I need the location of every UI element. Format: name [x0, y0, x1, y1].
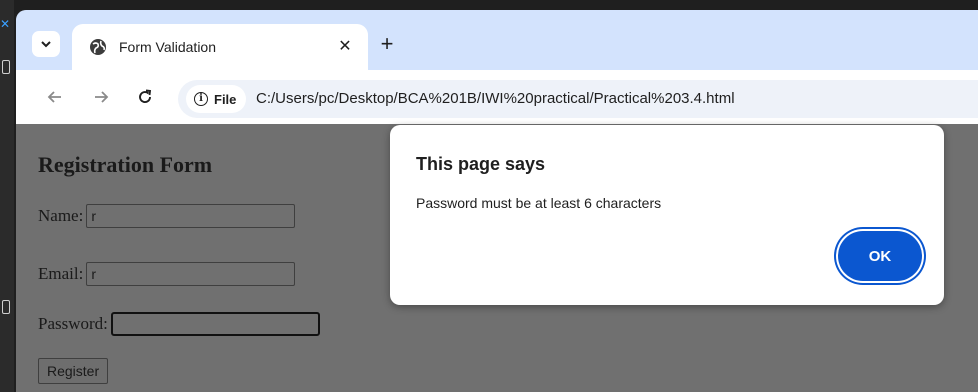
- alert-dialog: This page says Password must be at least…: [390, 125, 944, 305]
- chevron-down-icon: [41, 41, 51, 48]
- scheme-label: File: [214, 91, 237, 107]
- password-label: Password:: [38, 314, 108, 333]
- password-row: Password:: [38, 312, 320, 336]
- tab-strip: Form Validation ✕ +: [16, 10, 978, 70]
- page-title: Registration Form: [38, 152, 213, 177]
- email-input[interactable]: [86, 262, 296, 286]
- name-label: Name:: [38, 206, 84, 225]
- new-tab-button[interactable]: +: [376, 33, 398, 56]
- globe-icon: [90, 39, 106, 55]
- close-icon[interactable]: ✕: [334, 36, 356, 58]
- arrow-left-icon: [47, 91, 61, 103]
- dialog-message: Password must be at least 6 characters: [416, 195, 662, 211]
- address-bar[interactable]: i File C:/Users/pc/Desktop/BCA%201B/IWI%…: [178, 80, 978, 118]
- tab-active[interactable]: Form Validation ✕: [72, 24, 368, 70]
- desktop-window-icon: [2, 60, 10, 74]
- reload-icon: [139, 89, 152, 103]
- back-button[interactable]: [44, 86, 66, 108]
- email-label: Email:: [38, 264, 84, 283]
- ok-button[interactable]: OK: [838, 231, 922, 281]
- register-button[interactable]: Register: [38, 358, 109, 384]
- arrow-right-icon: [95, 91, 109, 103]
- email-row: Email:: [38, 262, 296, 286]
- forward-button[interactable]: [90, 86, 112, 108]
- name-row: Name:: [38, 204, 296, 228]
- vscode-icon: ✕: [0, 17, 11, 31]
- site-info-chip[interactable]: i File: [186, 85, 247, 113]
- url-text[interactable]: C:/Users/pc/Desktop/BCA%201B/IWI%20pract…: [256, 90, 735, 107]
- desktop-background: ✕: [0, 0, 14, 392]
- browser-toolbar: i File C:/Users/pc/Desktop/BCA%201B/IWI%…: [16, 70, 978, 124]
- info-icon: i: [194, 92, 208, 106]
- password-input[interactable]: [110, 312, 320, 336]
- name-input[interactable]: [86, 204, 296, 228]
- tab-search-button[interactable]: [32, 31, 60, 57]
- tab-title: Form Validation: [119, 39, 217, 55]
- reload-button[interactable]: [134, 86, 156, 108]
- dialog-title: This page says: [416, 154, 546, 174]
- desktop-window-icon: [2, 300, 10, 314]
